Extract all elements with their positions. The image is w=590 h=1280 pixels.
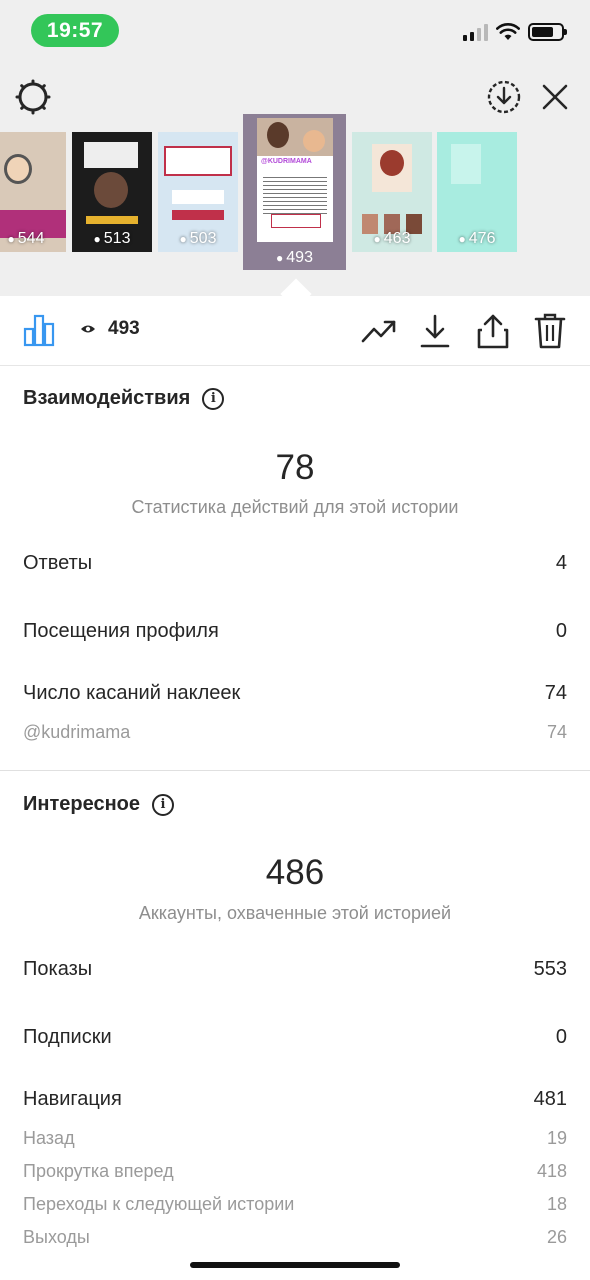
viewers-count-value: 493 [108,318,140,339]
download-icon [420,314,450,348]
metric-subrow-sticker: @kudrimama 74 [23,722,567,743]
metric-label: Подписки [23,1026,112,1048]
metric-value: 0 [555,620,567,642]
interactions-title: Взаимодействия [23,387,191,409]
metric-row-replies: Ответы 4 [23,552,567,575]
eye-icon: ● [7,232,15,246]
story-thumbnail[interactable]: ● 463 [352,132,432,252]
settings-button[interactable] [14,78,52,116]
eye-icon: ● [458,232,466,246]
battery-icon [528,23,567,41]
trend-up-icon [361,320,396,343]
metric-label: Показы [23,958,93,980]
stories-header: 19:57 ● 544 ● 513 ● 503 @KUDRIMAMA ● 493… [0,0,590,296]
metric-sublabel: @kudrimama [23,722,131,742]
cellular-signal-icon [463,23,488,41]
metric-subvalue: 418 [536,1161,567,1181]
info-icon[interactable]: i [152,793,174,816]
metric-subrow-forward: Прокрутка вперед 418 [23,1161,567,1182]
metric-value: 0 [555,1026,567,1048]
thumbnail-views: ● 463 [373,230,411,247]
section-divider [0,770,590,771]
bar-chart-icon [23,314,55,347]
metric-value: 481 [533,1088,567,1110]
status-indicators [463,22,567,42]
discovery-header: Интересное i [23,793,174,816]
metric-sublabel: Переходы к следующей истории [23,1194,295,1214]
metric-label: Посещения профиля [23,620,219,642]
story-logo-text: @KUDRIMAMA [261,158,312,165]
metric-subvalue: 74 [546,722,567,742]
metric-sublabel: Прокрутка вперед [23,1161,174,1181]
story-thumbnail[interactable]: ● 544 [0,132,66,252]
thumbnail-views: ● 544 [7,230,45,247]
metric-label: Навигация [23,1088,122,1110]
metric-sublabel: Выходы [23,1227,90,1247]
metric-subvalue: 19 [546,1128,567,1148]
status-bar: 19:57 [0,0,590,60]
eye-icon: ● [179,232,187,246]
discovery-caption: Аккаунты, охваченные этой историей [138,903,452,923]
promote-button[interactable] [360,314,398,348]
share-button[interactable] [475,311,511,351]
metric-subvalue: 18 [546,1194,567,1214]
metric-subrow-exits: Выходы 26 [23,1227,567,1248]
metric-row-profile-visits: Посещения профиля 0 [23,620,567,643]
discovery-total: 486 [265,853,325,892]
save-story-button[interactable] [485,78,523,116]
thumbnail-views: ● 513 [93,230,131,247]
eye-icon: ● [276,251,284,265]
download-button[interactable] [418,312,452,350]
status-time: 19:57 [31,14,119,47]
delete-button[interactable] [532,311,568,351]
metric-row-navigation: Навигация 481 [23,1088,567,1111]
eye-icon [81,325,95,333]
selected-story-thumbnail[interactable]: @KUDRIMAMA ● 493 [243,114,346,270]
wifi-icon [496,23,520,40]
selected-story-preview: @KUDRIMAMA [257,118,333,242]
metric-subrow-next-story: Переходы к следующей истории 18 [23,1194,567,1215]
thumbnail-views: ● 476 [458,230,496,247]
interactions-total: 78 [275,448,315,487]
thumbnail-views: ● 503 [179,230,217,247]
metric-row-follows: Подписки 0 [23,1026,567,1049]
story-thumbnail[interactable]: ● 476 [437,132,517,252]
gear-icon [15,79,51,115]
story-thumbnail[interactable]: ● 503 [158,132,238,252]
close-icon [542,84,568,110]
eye-icon: ● [373,232,381,246]
interactions-header: Взаимодействия i [23,387,225,410]
info-icon[interactable]: i [202,387,225,410]
home-indicator [190,1262,400,1268]
thumbnail-views: ● 493 [276,249,313,266]
share-icon [477,314,509,349]
metric-value: 74 [544,682,567,704]
metric-label: Число касаний наклеек [23,682,241,704]
metric-row-sticker-taps: Число касаний наклеек 74 [23,682,567,705]
metric-label: Ответы [23,552,93,574]
metric-value: 553 [533,958,567,980]
insights-tab[interactable] [20,311,58,349]
metric-value: 4 [555,552,567,574]
metric-subvalue: 26 [546,1227,567,1247]
story-thumbnail[interactable]: ● 513 [72,132,152,252]
eye-icon: ● [93,232,101,246]
discovery-title: Интересное [23,793,140,815]
metric-subrow-back: Назад 19 [23,1128,567,1149]
trash-icon [534,313,566,349]
story-thumbnails: ● 544 ● 513 ● 503 @KUDRIMAMA ● 493 ● 463… [0,114,590,274]
insights-toolbar: 493 [0,296,590,366]
metric-row-impressions: Показы 553 [23,958,567,981]
close-button[interactable] [538,80,572,114]
metric-sublabel: Назад [23,1128,75,1148]
viewers-count[interactable]: 493 [80,318,140,340]
interactions-caption: Статистика действий для этой истории [131,497,459,517]
download-circle-icon [487,80,521,114]
